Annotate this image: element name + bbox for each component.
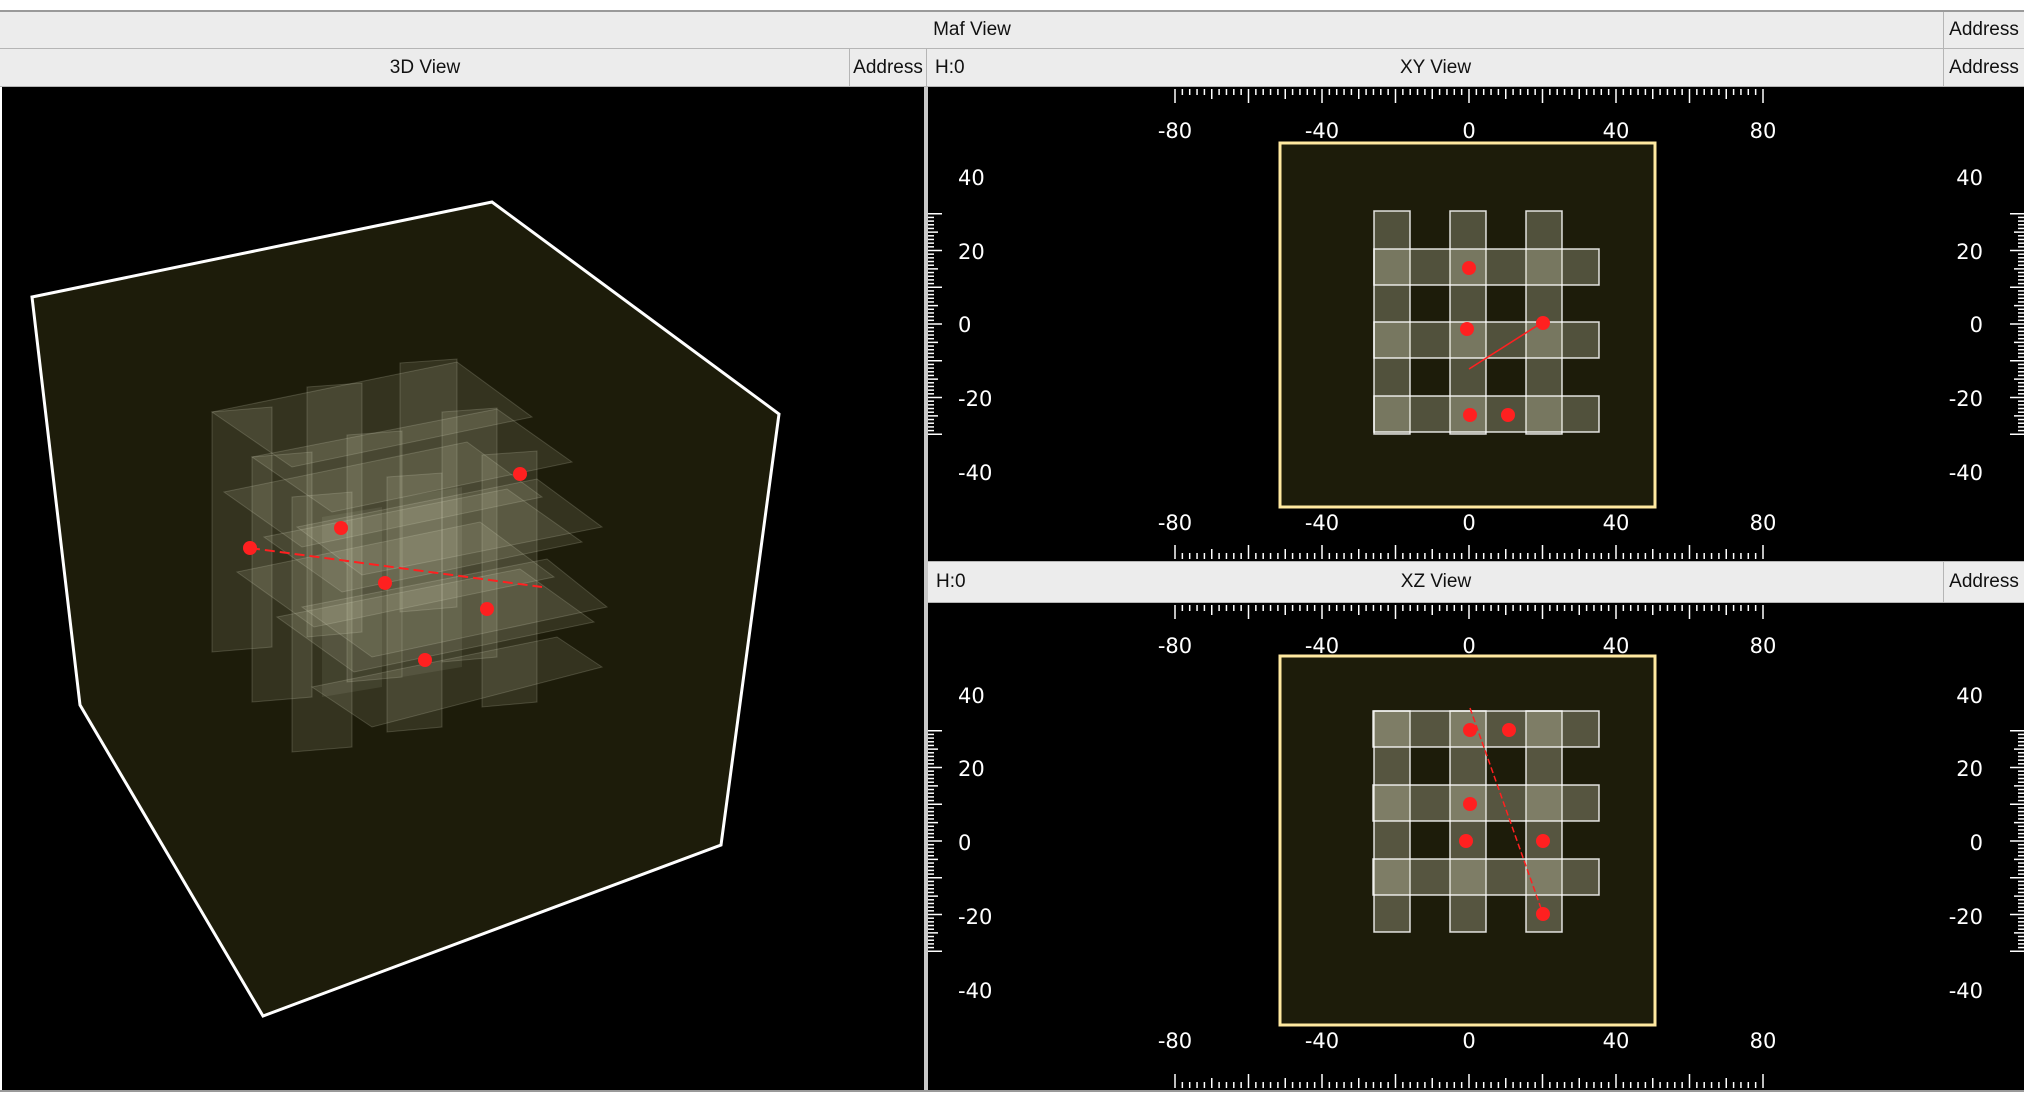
xz-x-tick-label: 40: [1603, 1029, 1630, 1053]
xy-y-tick-labels-left: 40 20 0 -20 -40: [958, 166, 992, 485]
xy-y-tick-label: -40: [958, 461, 992, 485]
xy-view-plot: -80 -40 0 40 80 -80 -40 0 40 80 40 20 0 …: [928, 89, 2024, 559]
xy-y-tick-label: 20: [958, 240, 985, 264]
xz-y-tick-labels-right: 40 20 0 -20 -40: [1949, 684, 1983, 1003]
xy-x-tick-labels-bottom: -80 -40 0 40 80: [1158, 511, 1777, 535]
xy-x-tick-label: 80: [1750, 511, 1777, 535]
xy-view-header: H:0 XY View Address: [926, 49, 2024, 87]
xz-y-tick-label: 0: [1970, 831, 1983, 855]
xz-y-tick-label: -40: [958, 979, 992, 1003]
xz-x-tick-label: 0: [1462, 1029, 1475, 1053]
maf-view-window: Maf View Address 3D View Address H:0 XY …: [0, 0, 2024, 1097]
xy-y-tick-label: -40: [1949, 461, 1983, 485]
xz-y-tick-label: 40: [1956, 684, 1983, 708]
xy-y-tick-label: 0: [1970, 313, 1983, 337]
xy-x-tick-label: -40: [1305, 511, 1339, 535]
xz-y-tick-label: -20: [1949, 905, 1983, 929]
xy-y-tick-label: 40: [958, 166, 985, 190]
xy-y-tick-label: 20: [1956, 240, 1983, 264]
view3d-address-button[interactable]: Address: [849, 49, 926, 86]
xz-view-plot: -80 -40 0 40 80 -80 -40 0 40 80 40 20 0 …: [928, 605, 2024, 1088]
xz-x-tick-label: -40: [1305, 634, 1339, 658]
xy-y-tick-label: 0: [958, 313, 971, 337]
xy-x-tick-label: 0: [1462, 119, 1475, 143]
xz-x-tick-label: -80: [1158, 634, 1192, 658]
xy-y-tick-labels-right: 40 20 0 -20 -40: [1949, 166, 1983, 485]
xz-view-canvas[interactable]: -80 -40 0 40 80 -80 -40 0 40 80 40 20 0 …: [928, 603, 2024, 1090]
xz-x-tick-label: 80: [1750, 1029, 1777, 1053]
xy-view-canvas[interactable]: -80 -40 0 40 80 -80 -40 0 40 80 40 20 0 …: [928, 87, 2024, 561]
window-bottom-border: [0, 1090, 2024, 1097]
xz-y-tick-label: 20: [1956, 757, 1983, 781]
xz-y-tick-label: 40: [958, 684, 985, 708]
xy-view-address-button[interactable]: Address: [1943, 49, 2024, 86]
window-address-button[interactable]: Address: [1943, 12, 2024, 48]
xz-view-title: XZ View: [1400, 571, 1472, 592]
view3d-canvas[interactable]: [2, 87, 924, 1090]
xy-x-tick-label: -80: [1158, 119, 1192, 143]
xz-x-tick-labels-top: -80 -40 0 40 80: [1158, 634, 1777, 658]
xz-x-tick-label: 0: [1462, 634, 1475, 658]
xz-x-tick-label: 80: [1750, 634, 1777, 658]
xy-y-tick-label: -20: [958, 387, 992, 411]
view3d-scene: [30, 200, 781, 1018]
window-title-bar: Maf View Address: [0, 10, 2024, 49]
xz-view-header: H:0 XZ View Address: [928, 561, 2024, 603]
xy-x-tick-label: 40: [1603, 511, 1630, 535]
xz-x-tick-label: 40: [1603, 634, 1630, 658]
xy-x-tick-labels-top: -80 -40 0 40 80: [1158, 119, 1777, 143]
view3d-header: 3D View Address: [0, 49, 926, 87]
xz-y-tick-label: 20: [958, 757, 985, 781]
xy-x-tick-label: 80: [1750, 119, 1777, 143]
xz-y-tick-label: -40: [1949, 979, 1983, 1003]
xy-y-tick-label: 40: [1956, 166, 1983, 190]
xy-x-tick-label: -80: [1158, 511, 1192, 535]
xz-y-tick-labels-left: 40 20 0 -20 -40: [958, 684, 992, 1003]
xz-x-tick-label: -40: [1305, 1029, 1339, 1053]
xy-y-tick-label: -20: [1949, 387, 1983, 411]
xz-x-tick-labels-bottom: -80 -40 0 40 80: [1158, 1029, 1777, 1053]
xz-x-tick-label: -80: [1158, 1029, 1192, 1053]
xy-view-title: XY View: [1399, 56, 1472, 78]
xy-x-tick-label: -40: [1305, 119, 1339, 143]
window-title: Maf View: [933, 19, 1011, 40]
xz-y-tick-label: -20: [958, 905, 992, 929]
view3d-title: 3D View: [389, 56, 461, 78]
xz-view-address-button[interactable]: Address: [1943, 562, 2024, 602]
xz-y-tick-label: 0: [958, 831, 971, 855]
xy-x-tick-label: 0: [1462, 511, 1475, 535]
xy-x-tick-label: 40: [1603, 119, 1630, 143]
